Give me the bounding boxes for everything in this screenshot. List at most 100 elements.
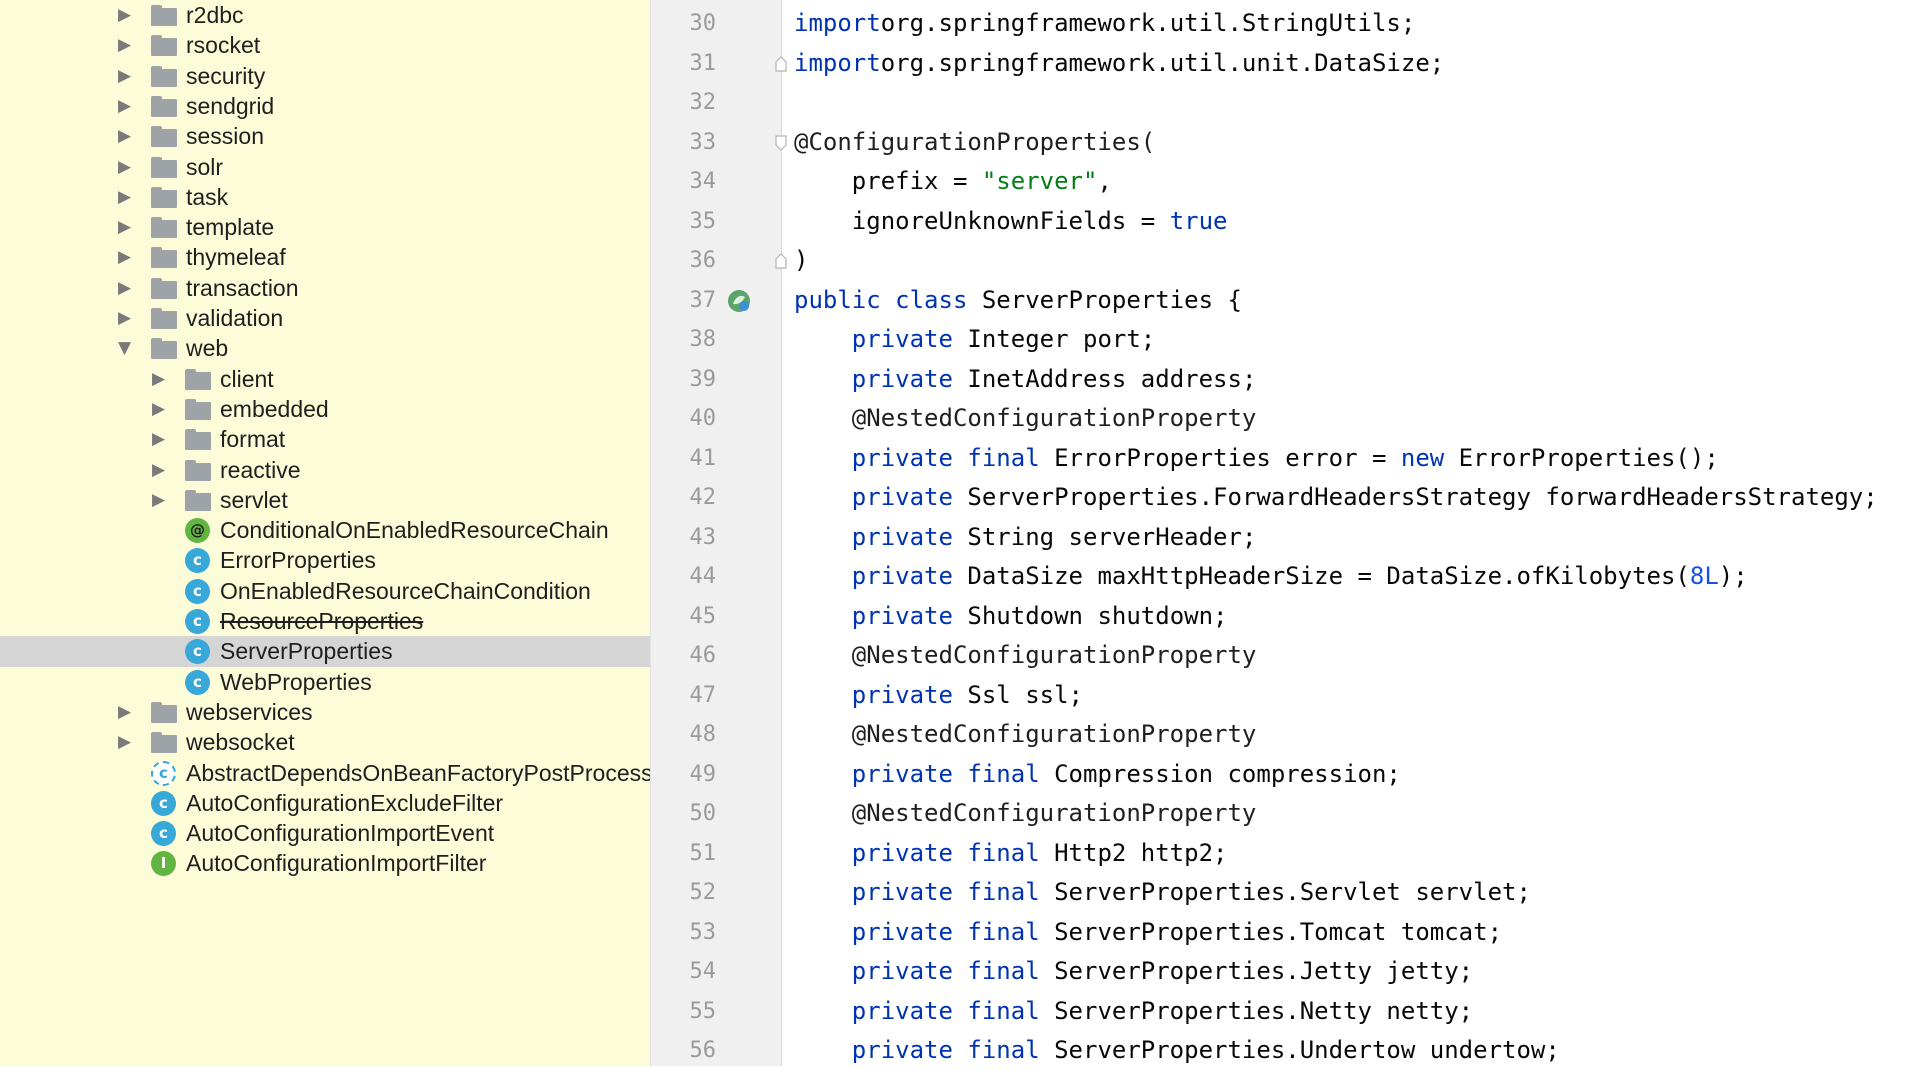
line-number: 52 — [689, 880, 717, 905]
chevron-right-icon[interactable]: ▶ — [118, 242, 134, 272]
tree-item-thymeleaf[interactable]: ▶ thymeleaf — [0, 242, 650, 272]
chevron-right-icon[interactable]: ▶ — [118, 273, 134, 303]
tree-item-transaction[interactable]: ▶ transaction — [0, 273, 650, 303]
tree-item-label: OnEnabledResourceChainCondition — [220, 577, 591, 604]
tree-item-template[interactable]: ▶ template — [0, 212, 650, 242]
chevron-right-icon[interactable]: ▶ — [118, 727, 134, 757]
folder-icon — [151, 186, 177, 208]
folder-icon — [185, 429, 211, 451]
tree-item-reactive[interactable]: ▶ reactive — [0, 455, 650, 485]
code-line[interactable]: private final ServerProperties.Netty net… — [794, 992, 1473, 1031]
chevron-right-icon[interactable]: ▶ — [152, 485, 168, 515]
tree-item-AutoConfigurationExcludeFilter[interactable]: c AutoConfigurationExcludeFilter — [0, 788, 650, 818]
code-line[interactable]: ignoreUnknownFields = true — [794, 202, 1228, 241]
tree-item-solr[interactable]: ▶ solr — [0, 152, 650, 182]
code-line[interactable]: private final ServerProperties.Servlet s… — [794, 873, 1531, 912]
tree-item-OnEnabledResourceChainCondition[interactable]: c OnEnabledResourceChainCondition — [0, 576, 650, 606]
code-line[interactable]: private final ServerProperties.Undertow … — [794, 1031, 1560, 1070]
code-line[interactable]: @NestedConfigurationProperty — [794, 715, 1257, 754]
code-line[interactable]: @NestedConfigurationProperty — [794, 794, 1257, 833]
chevron-right-icon[interactable]: ▶ — [118, 121, 134, 151]
chevron-right-icon[interactable]: ▶ — [118, 91, 134, 121]
code-line[interactable]: prefix = "server", — [794, 162, 1112, 201]
code-line[interactable]: @NestedConfigurationProperty — [794, 636, 1257, 675]
line-number: 33 — [689, 129, 717, 155]
tree-item-websocket[interactable]: ▶ websocket — [0, 727, 650, 757]
folder-icon — [185, 398, 211, 420]
tree-item-servlet[interactable]: ▶ servlet — [0, 485, 650, 515]
tree-item-label: task — [186, 183, 229, 210]
line-number: 55 — [689, 998, 717, 1024]
code-line[interactable]: importorg.springframework.util.unit.Data… — [794, 44, 1444, 83]
code-line[interactable]: private Shutdown shutdown; — [794, 597, 1228, 636]
chevron-right-icon[interactable]: ▶ — [152, 424, 168, 454]
fold-end-icon[interactable] — [775, 253, 787, 269]
code-line[interactable]: private final Http2 http2; — [794, 834, 1228, 873]
tree-item-ResourceProperties[interactable]: c ResourceProperties — [0, 606, 650, 636]
chevron-right-icon[interactable]: ▶ — [118, 152, 134, 182]
code-line[interactable]: importorg.springframework.util.StringUti… — [794, 4, 1415, 43]
code-line[interactable]: private final ErrorProperties error = ne… — [794, 439, 1719, 478]
tree-item-AutoConfigurationImportEvent[interactable]: c AutoConfigurationImportEvent — [0, 818, 650, 848]
chevron-right-icon[interactable]: ▶ — [118, 30, 134, 60]
chevron-right-icon[interactable]: ▶ — [152, 455, 168, 485]
tree-item-r2dbc[interactable]: ▶ r2dbc — [0, 0, 650, 30]
chevron-right-icon[interactable]: ▶ — [118, 182, 134, 212]
code-line[interactable]: public class ServerProperties { — [794, 281, 1242, 320]
tree-item-label: webservices — [186, 698, 313, 725]
tree-item-ServerProperties[interactable]: c ServerProperties — [0, 636, 650, 667]
tree-item-format[interactable]: ▶ format — [0, 424, 650, 454]
line-number: 30 — [689, 11, 717, 36]
tree-item-sendgrid[interactable]: ▶ sendgrid — [0, 91, 650, 121]
chevron-right-icon[interactable]: ▶ — [152, 364, 168, 394]
fold-end-icon[interactable] — [775, 55, 787, 72]
class-icon: c — [151, 821, 176, 847]
code-line[interactable]: private final Compression compression; — [794, 755, 1401, 794]
code-line[interactable]: private InetAddress address; — [794, 360, 1257, 399]
chevron-right-icon[interactable]: ▶ — [118, 0, 134, 30]
tree-item-rsocket[interactable]: ▶ rsocket — [0, 30, 650, 60]
folder-icon — [151, 65, 177, 87]
folder-icon — [185, 459, 211, 481]
tree-item-AbstractDependsOnBeanFactoryPostProcessor[interactable]: c AbstractDependsOnBeanFactoryPostProcess… — [0, 758, 650, 788]
tree-item-client[interactable]: ▶ client — [0, 364, 650, 394]
tree-item-ConditionalOnEnabledResourceChain[interactable]: @ ConditionalOnEnabledResourceChain — [0, 515, 650, 545]
tree-item-webservices[interactable]: ▶ webservices — [0, 697, 650, 727]
chevron-right-icon[interactable]: ▶ — [152, 394, 168, 424]
class-icon: c — [185, 639, 210, 665]
tree-item-embedded[interactable]: ▶ embedded — [0, 394, 650, 424]
code-line[interactable]: ) — [794, 241, 808, 280]
line-number: 48 — [689, 722, 717, 747]
tree-item-session[interactable]: ▶ session — [0, 121, 650, 151]
tree-item-web[interactable]: ▼ web — [0, 333, 650, 363]
interface-icon: I — [151, 851, 176, 877]
line-number: 39 — [689, 366, 717, 392]
code-line[interactable]: private DataSize maxHttpHeaderSize = Dat… — [794, 557, 1748, 596]
spring-bean-icon[interactable] — [727, 289, 751, 318]
code-line[interactable]: @ConfigurationProperties( — [794, 123, 1155, 162]
chevron-right-icon[interactable]: ▶ — [118, 697, 134, 727]
chevron-right-icon[interactable]: ▶ — [118, 61, 134, 91]
chevron-right-icon[interactable]: ▶ — [118, 212, 134, 242]
tree-item-AutoConfigurationImportFilter[interactable]: I AutoConfigurationImportFilter — [0, 848, 650, 878]
tree-item-validation[interactable]: ▶ validation — [0, 303, 650, 333]
tree-item-label: AutoConfigurationImportFilter — [186, 850, 487, 877]
chevron-down-icon[interactable]: ▼ — [118, 333, 134, 363]
tree-item-ErrorProperties[interactable]: c ErrorProperties — [0, 545, 650, 575]
folder-icon — [151, 95, 177, 117]
folder-icon — [151, 156, 177, 178]
tree-item-task[interactable]: ▶ task — [0, 182, 650, 212]
code-line[interactable]: @NestedConfigurationProperty — [794, 399, 1257, 438]
code-line[interactable]: private final ServerProperties.Jetty jet… — [794, 952, 1473, 991]
code-line[interactable]: private ServerProperties.ForwardHeadersS… — [794, 478, 1878, 517]
fold-start-icon[interactable] — [775, 134, 787, 151]
tree-item-security[interactable]: ▶ security — [0, 61, 650, 91]
code-line[interactable]: private final ServerProperties.Tomcat to… — [794, 913, 1502, 952]
chevron-right-icon[interactable]: ▶ — [118, 303, 134, 333]
code-line[interactable]: private Ssl ssl; — [794, 676, 1083, 715]
code-line[interactable]: private String serverHeader; — [794, 518, 1257, 557]
tree-item-WebProperties[interactable]: c WebProperties — [0, 667, 650, 697]
project-tree[interactable]: ▶ r2dbc ▶ rsocket ▶ security ▶ sendgrid ▶ session… — [0, 0, 651, 1066]
code-line[interactable]: private Integer port; — [794, 320, 1155, 359]
folder-icon — [151, 277, 177, 299]
